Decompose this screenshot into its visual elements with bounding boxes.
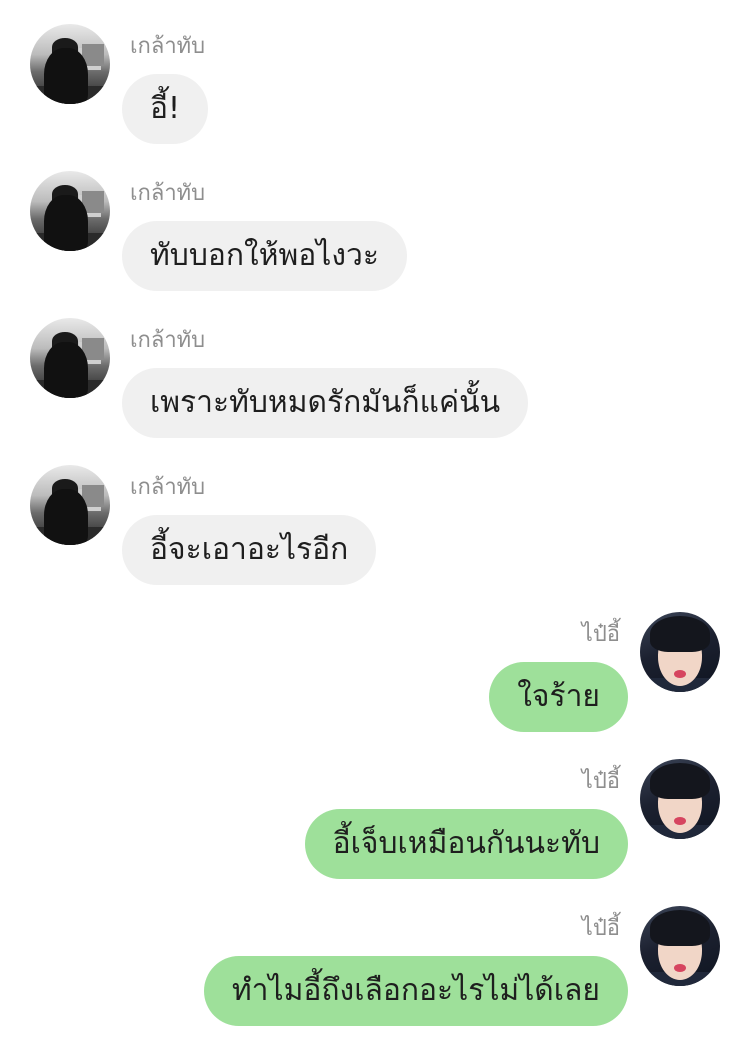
sender-name: เกล้าทับ	[130, 328, 206, 353]
message-bubble[interactable]: อี้จะเอาอะไรอีก	[122, 515, 377, 585]
message-row: เกล้าทับ อี้จะเอาอะไรอีก	[0, 465, 750, 595]
avatar-mouth	[674, 670, 686, 678]
sender-avatar[interactable]	[30, 171, 110, 251]
message-bubble[interactable]: อี้เจ็บเหมือนกันนะทับ	[304, 809, 628, 879]
avatar-hair	[650, 616, 710, 652]
sender-avatar[interactable]	[640, 612, 720, 692]
sender-avatar[interactable]	[30, 318, 110, 398]
sender-avatar[interactable]	[30, 24, 110, 104]
avatar-hair	[650, 763, 710, 799]
message-bubble[interactable]: ทับบอกให้พอไงวะ	[122, 221, 407, 291]
chat-conversation: เกล้าทับ อี้! เกล้าทับ ทับบอกให้พอไงวะ เ…	[0, 0, 750, 1040]
avatar-figure	[44, 195, 88, 251]
sender-avatar[interactable]	[640, 906, 720, 986]
avatar-mouth	[674, 817, 686, 825]
sender-avatar[interactable]	[30, 465, 110, 545]
avatar-figure	[44, 342, 88, 398]
avatar-hair	[650, 910, 710, 946]
sender-name: เกล้าทับ	[130, 475, 206, 500]
sender-avatar[interactable]	[640, 759, 720, 839]
message-row: ไป๋อี้ ใจร้าย	[0, 612, 750, 742]
message-row: ไป๋อี้ อี้เจ็บเหมือนกันนะทับ	[0, 759, 750, 889]
message-bubble[interactable]: อี้!	[122, 74, 209, 144]
message-bubble[interactable]: ทำไมอี้ถึงเลือกอะไรไม่ได้เลย	[203, 956, 628, 1026]
sender-name: เกล้าทับ	[130, 181, 206, 206]
sender-name: ไป๋อี้	[581, 916, 620, 941]
message-row: เกล้าทับ ทับบอกให้พอไงวะ	[0, 171, 750, 301]
message-row: เกล้าทับ เพราะทับหมดรักมันก็แค่นั้น	[0, 318, 750, 448]
message-bubble[interactable]: เพราะทับหมดรักมันก็แค่นั้น	[122, 368, 529, 438]
message-bubble[interactable]: ใจร้าย	[489, 662, 628, 732]
sender-name: เกล้าทับ	[130, 34, 206, 59]
sender-name: ไป๋อี้	[581, 622, 620, 647]
avatar-figure	[44, 48, 88, 104]
message-row: ไป๋อี้ ทำไมอี้ถึงเลือกอะไรไม่ได้เลย	[0, 906, 750, 1036]
sender-name: ไป๋อี้	[581, 769, 620, 794]
avatar-mouth	[674, 964, 686, 972]
message-row: เกล้าทับ อี้!	[0, 24, 750, 154]
avatar-figure	[44, 489, 88, 545]
